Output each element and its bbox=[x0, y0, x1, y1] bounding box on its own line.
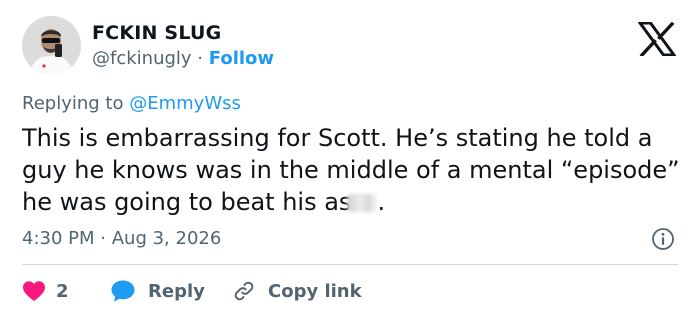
link-icon bbox=[234, 281, 254, 301]
tweet-text-end: . bbox=[377, 188, 386, 216]
follow-button[interactable]: Follow bbox=[209, 48, 274, 69]
reply-label: Reply bbox=[148, 280, 205, 302]
tweet-card: FCKIN SLUG @fckinugly · Follow Replying … bbox=[0, 0, 700, 318]
copy-link-label: Copy link bbox=[268, 280, 362, 302]
handle-separator: · bbox=[197, 48, 204, 69]
speech-bubble-icon bbox=[111, 280, 135, 302]
action-bar: 2 Reply Copy link bbox=[22, 278, 682, 304]
author-handle-row: @fckinugly · Follow bbox=[92, 48, 274, 69]
replying-to: Replying to @EmmyWss bbox=[22, 93, 241, 114]
tweet-timestamp[interactable]: 4:30 PM · Aug 3, 2026 bbox=[22, 228, 221, 249]
timestamp-separator: · bbox=[100, 228, 106, 249]
copy-link-button[interactable]: Copy link bbox=[232, 278, 362, 304]
redaction-blur bbox=[347, 194, 378, 212]
avatar[interactable] bbox=[22, 16, 81, 75]
tweet-text: This is embarrassing for Scott. He’s sta… bbox=[22, 122, 687, 218]
reply-mention-link[interactable]: @EmmyWss bbox=[129, 93, 241, 114]
divider bbox=[22, 264, 678, 265]
like-count: 2 bbox=[56, 280, 69, 302]
info-icon[interactable] bbox=[651, 227, 675, 251]
author-name[interactable]: FCKIN SLUG bbox=[92, 22, 221, 44]
reply-button[interactable]: Reply bbox=[110, 278, 205, 304]
author-handle[interactable]: @fckinugly bbox=[92, 48, 192, 69]
tweet-time: 4:30 PM bbox=[22, 228, 95, 249]
like-button[interactable]: 2 bbox=[22, 278, 69, 304]
heart-icon bbox=[23, 281, 45, 301]
tweet-date: Aug 3, 2026 bbox=[111, 228, 222, 249]
replying-prefix: Replying to bbox=[22, 93, 124, 114]
x-logo-icon[interactable] bbox=[638, 22, 676, 56]
